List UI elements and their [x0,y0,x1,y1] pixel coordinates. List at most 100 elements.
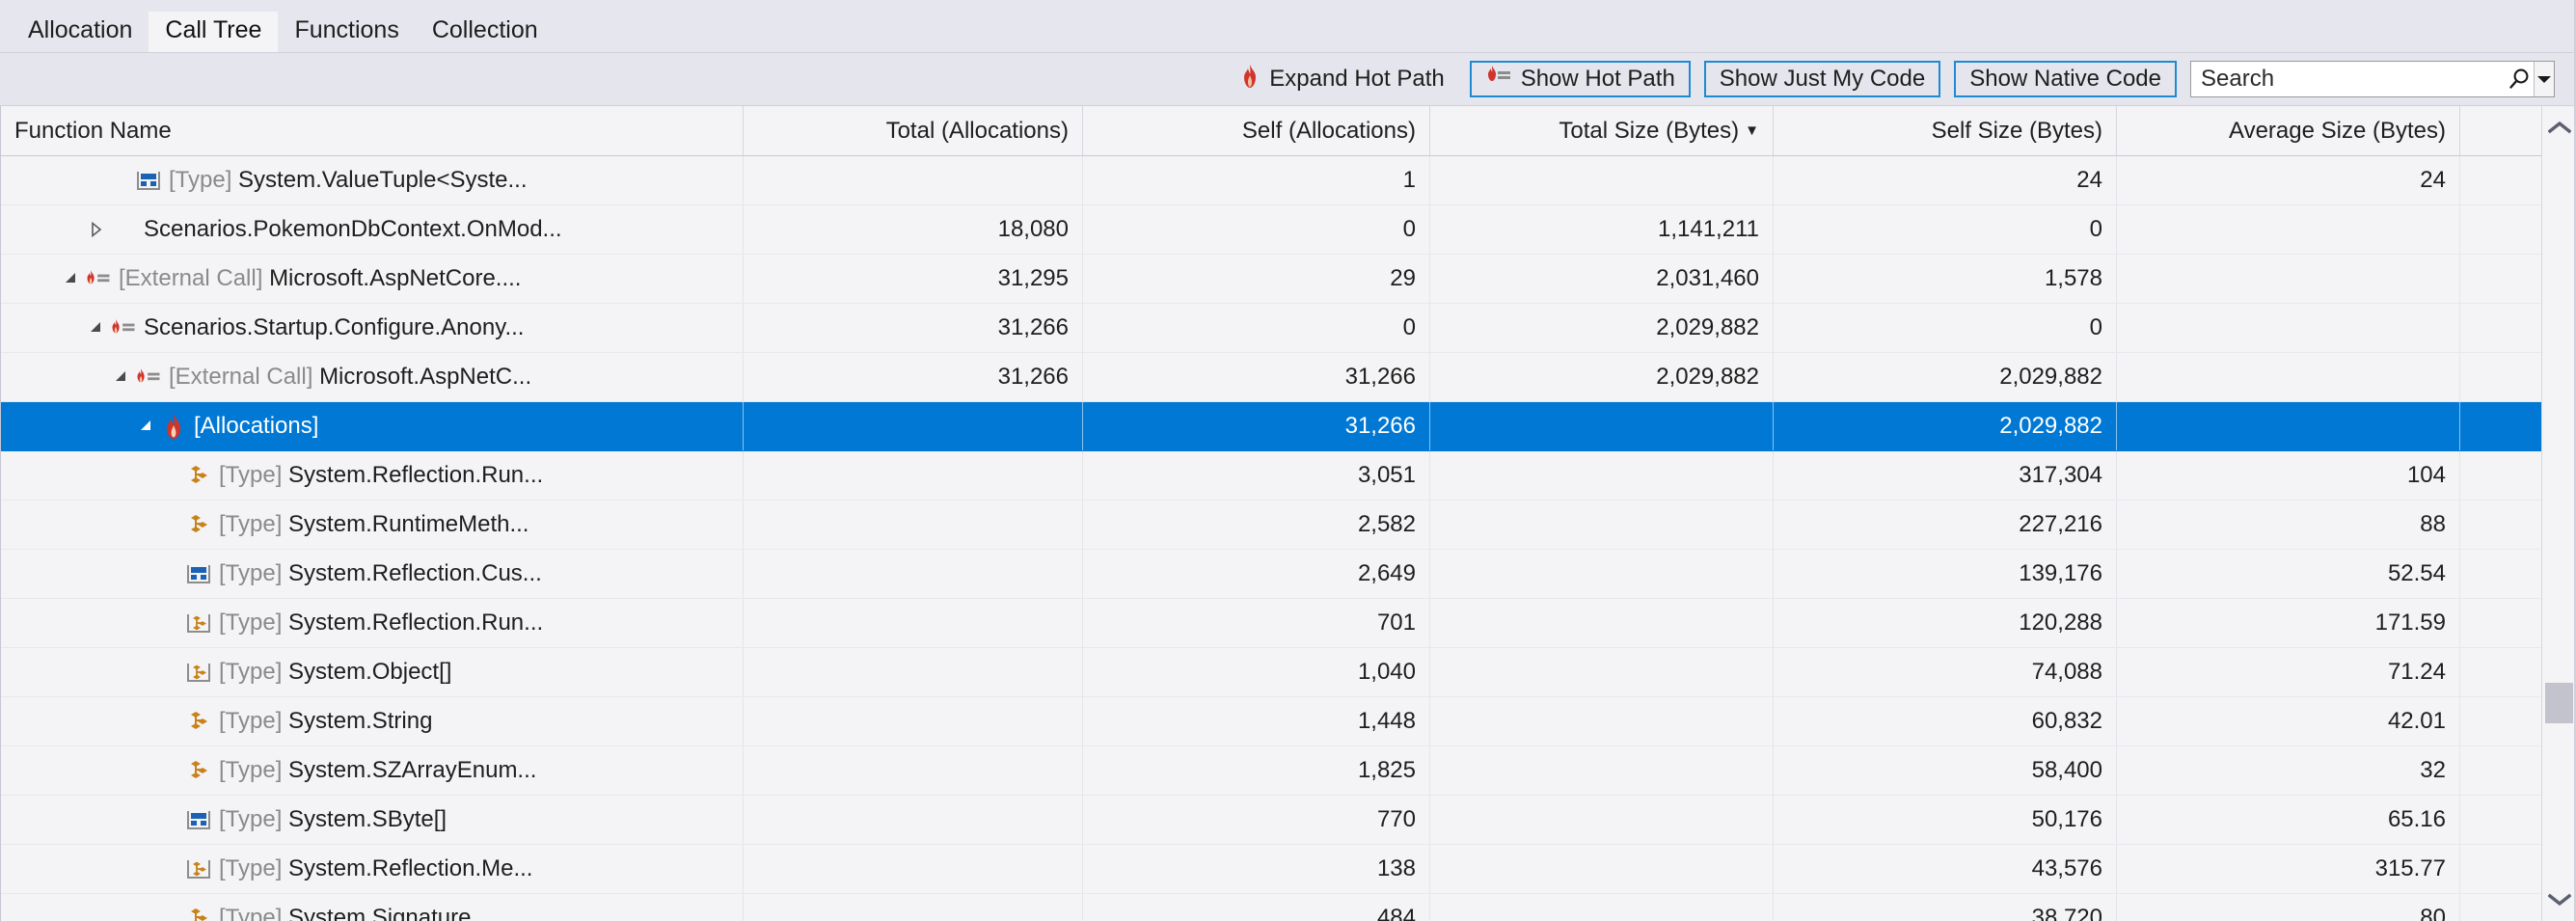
collapse-triangle-icon[interactable] [84,319,109,337]
column-header-function-name[interactable]: Function Name [1,106,744,155]
table-row[interactable]: [External Call] Microsoft.AspNetC... 31,2… [1,353,2576,402]
cell-self-size: 0 [1774,205,2117,254]
flame-icon [1239,64,1261,95]
cell-value: 24 [2076,167,2102,193]
name-text: Microsoft.AspNetC... [319,364,532,390]
column-header-total-size-bytes[interactable]: Total Size (Bytes) ▼ [1430,106,1774,155]
column-header-self-size-bytes[interactable]: Self Size (Bytes) [1774,106,2117,155]
collapse-triangle-icon[interactable] [134,418,159,435]
scroll-down-button[interactable] [2542,880,2576,919]
show-just-my-code-button[interactable]: Show Just My Code [1703,61,1941,97]
search-input[interactable] [2191,62,2508,96]
cell-total-allocations [744,501,1083,549]
function-name-cell[interactable]: [Type] System.Reflection.Run... [1,451,744,500]
cell-self-allocations: 31,266 [1083,402,1430,450]
column-header-self-allocations[interactable]: Self (Allocations) [1083,106,1430,155]
expand-triangle-icon[interactable] [84,221,109,238]
table-row[interactable]: [Type] System.SByte[] 770 50,176 65.16 [1,796,2576,845]
table-row[interactable]: [Type] System.SZArrayEnum... 1,825 58,400 3… [1,746,2576,796]
table-row[interactable]: [Type] System.Object[] 1,040 74,088 71.24 [1,648,2576,697]
function-name-cell[interactable]: [Type] System.Reflection.Cus... [1,550,744,598]
function-name-cell[interactable]: [Type] System.SZArrayEnum... [1,746,744,795]
cell-self-size: 139,176 [1774,550,2117,598]
call-tree-grid: Function Name Total (Allocations) Self (Al… [0,106,2576,921]
table-row[interactable]: [Type] System.RuntimeMeth... 2,582 227,216… [1,501,2576,550]
function-name-cell[interactable]: Scenarios.Startup.Configure.Anony... [1,304,744,352]
table-row[interactable]: [Type] System.Reflection.Run... 3,051 317,… [1,451,2576,501]
function-name-cell[interactable]: Scenarios.PokemonDbContext.OnMod... [1,205,744,254]
column-header-label: Total Size (Bytes) [1559,117,1740,144]
search-dropdown-button[interactable] [2533,62,2554,96]
tab-label: Allocation [28,16,133,43]
function-name-cell[interactable]: [Type] System.RuntimeMeth... [1,501,744,549]
cell-total-size [1430,796,1774,844]
table-row[interactable]: [External Call] Microsoft.AspNetCore....… [1,255,2576,304]
cell-average-size: 88 [2117,501,2460,549]
name-text: System.Object[] [288,659,452,685]
column-header-total-allocations[interactable]: Total (Allocations) [744,106,1083,155]
cell-value: 2,031,460 [1656,265,1759,291]
scroll-up-button[interactable] [2542,108,2576,147]
function-name-cell[interactable]: [Type] System.String [1,697,744,745]
cell-self-allocations: 1,448 [1083,697,1430,745]
scrollbar-thumb[interactable] [2545,683,2573,723]
function-name-cell[interactable]: [Type] System.Reflection.Me... [1,845,744,893]
table-row[interactable]: [Type] System.String 1,448 60,832 42.01 [1,697,2576,746]
function-name-cell[interactable]: [Type] System.ValueTuple<Syste... [1,156,744,204]
table-row[interactable]: [Allocations] 31,266 2,029,882 [1,402,2576,451]
tab-functions[interactable]: Functions [278,12,415,52]
function-name-cell[interactable]: [Type] System.Object[] [1,648,744,696]
name-text: System.String [288,708,433,734]
table-row[interactable]: [Type] System.ValueTuple<Syste... 1 24 24 [1,156,2576,205]
cell-total-allocations [744,894,1083,921]
tab-collection[interactable]: Collection [416,12,555,52]
function-name-label: [Type] System.SZArrayEnum... [219,757,536,784]
cell-total-allocations [744,648,1083,696]
cell-value: 52.54 [2387,560,2446,586]
cell-value: 88 [2420,511,2446,537]
table-row[interactable]: [Type] System.Signature 484 38,720 80 [1,894,2576,921]
function-name-cell[interactable]: [Allocations] [1,402,744,450]
cell-value: 0 [2089,216,2102,242]
table-row[interactable]: Scenarios.Startup.Configure.Anony... 31,2… [1,304,2576,353]
function-name-label: [Type] System.Reflection.Run... [219,462,543,489]
function-name-cell[interactable]: [Type] System.Signature [1,894,744,921]
tab-allocation[interactable]: Allocation [12,12,149,52]
cell-average-size: 80 [2117,894,2460,921]
expand-hot-path-button[interactable]: Expand Hot Path [1230,60,1453,99]
cell-average-size: 315.77 [2117,845,2460,893]
cell-total-size [1430,648,1774,696]
cell-self-size: 43,576 [1774,845,2117,893]
name-text: System.SZArrayEnum... [288,757,537,783]
table-row[interactable]: [Type] System.Reflection.Run... 701 120,28… [1,599,2576,648]
name-text: Scenarios.PokemonDbContext.OnMod... [144,216,562,242]
function-name-cell[interactable]: [External Call] Microsoft.AspNetC... [1,353,744,401]
cell-self-allocations: 138 [1083,845,1430,893]
cell-value: 60,832 [2031,708,2102,734]
cell-total-allocations [744,156,1083,204]
table-row[interactable]: [Type] System.Reflection.Cus... 2,649 139,… [1,550,2576,599]
table-row[interactable]: Scenarios.PokemonDbContext.OnMod... 18,08… [1,205,2576,255]
function-name-cell[interactable]: [Type] System.SByte[] [1,796,744,844]
function-name-cell[interactable]: [External Call] Microsoft.AspNetCore.... [1,255,744,303]
function-name-cell[interactable]: [Type] System.Reflection.Run... [1,599,744,647]
show-native-code-button[interactable]: Show Native Code [1954,61,2177,97]
function-name-label: Scenarios.PokemonDbContext.OnMod... [144,216,562,243]
cell-value: 1,040 [1357,659,1416,685]
show-hot-path-button[interactable]: Show Hot Path [1469,61,1691,97]
column-header-average-size-bytes[interactable]: Average Size (Bytes) [2117,106,2460,155]
cell-total-size [1430,501,1774,549]
cell-average-size: 52.54 [2117,550,2460,598]
cell-value: 65.16 [2387,806,2446,832]
cell-value: 18,080 [997,216,1069,242]
vertical-scrollbar[interactable] [2541,106,2576,921]
class-icon [184,906,213,921]
table-row[interactable]: [Type] System.Reflection.Me... 138 43,576 3… [1,845,2576,894]
collapse-triangle-icon[interactable] [59,270,84,287]
cell-value: 31,266 [997,314,1069,340]
collapse-triangle-icon[interactable] [109,368,134,386]
search-icon[interactable] [2508,62,2534,96]
grid-body: [Type] System.ValueTuple<Syste... 1 24 24 Sc… [1,156,2576,921]
search-box[interactable] [2190,61,2555,97]
tab-call-tree[interactable]: Call Tree [149,12,279,52]
